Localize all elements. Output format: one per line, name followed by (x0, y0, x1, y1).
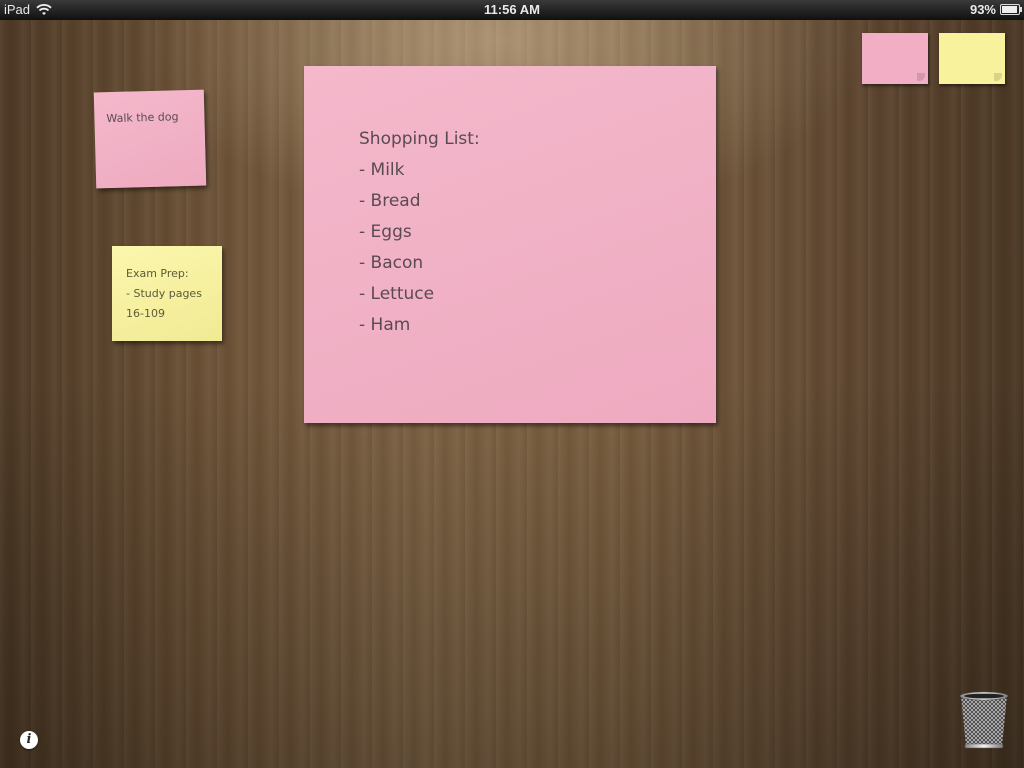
page-curl (994, 73, 1002, 81)
status-bar-right: 93% (969, 2, 1022, 17)
battery-fill (1002, 6, 1017, 13)
battery-icon (1000, 4, 1022, 15)
note-walk-the-dog[interactable]: Walk the dog (93, 89, 207, 189)
note-line: Walk the dog (106, 110, 179, 126)
note-line: - Eggs (359, 222, 412, 242)
note-line: - Milk (359, 160, 405, 180)
info-icon: i (26, 732, 32, 747)
note-line: Exam Prep: (126, 267, 189, 280)
note-line: - Bread (359, 191, 421, 211)
trash-can-icon[interactable] (956, 690, 1012, 750)
note-line: - Study pages (126, 287, 202, 300)
page-curl (917, 73, 925, 81)
note-line: 16-109 (126, 307, 165, 320)
battery-percent: 93% (969, 2, 996, 17)
note-title: Shopping List: (359, 129, 480, 149)
clock: 11:56 AM (484, 2, 540, 17)
info-button[interactable]: i (20, 731, 38, 749)
note-exam-prep[interactable]: Exam Prep: - Study pages 16-109 (112, 246, 222, 341)
note-line: - Lettuce (359, 284, 435, 304)
note-line: - Bacon (359, 253, 424, 273)
note-shopping-list[interactable]: Shopping List: - Milk - Bread - Eggs - B… (304, 66, 716, 423)
new-yellow-note-button[interactable] (939, 33, 1005, 84)
new-pink-note-button[interactable] (862, 33, 928, 84)
note-line: - Ham (359, 315, 411, 335)
status-bar: iPad 11:56 AM 93% (0, 0, 1024, 20)
